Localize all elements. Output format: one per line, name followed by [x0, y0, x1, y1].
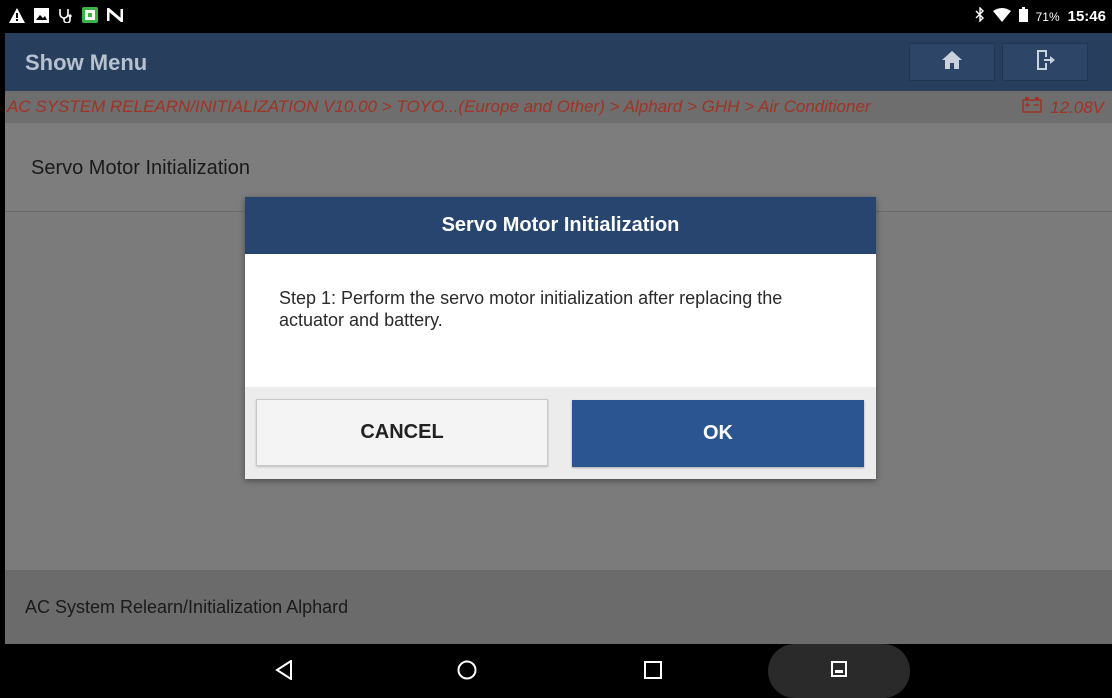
wifi-icon [992, 7, 1011, 26]
footer-label: AC System Relearn/Initialization Alphard [25, 597, 349, 617]
battery-percent: 71% [1035, 9, 1060, 24]
status-bar: 71% 15:46 [5, 0, 1112, 33]
system-indicators: 71% 15:46 [975, 6, 1106, 26]
home-circle-icon [457, 660, 477, 685]
exit-icon [1035, 49, 1055, 75]
page-title: Show Menu [25, 50, 148, 75]
voltage-value: 12.08V [1050, 97, 1104, 117]
cancel-button[interactable]: CANCEL [256, 399, 548, 466]
ok-button[interactable]: OK [572, 400, 864, 467]
voltage-indicator: 12.08V [1022, 97, 1104, 118]
navigation-bar [5, 644, 1112, 698]
home-icon [942, 50, 962, 74]
image-icon [34, 7, 49, 27]
warning-icon [9, 7, 25, 27]
dialog-footer: CANCEL OK [245, 387, 876, 479]
confirm-dialog: Servo Motor Initialization Step 1: Perfo… [245, 197, 876, 479]
recents-button[interactable] [633, 652, 673, 692]
stethoscope-icon [58, 8, 73, 27]
back-button[interactable] [264, 652, 304, 692]
notification-icons [9, 5, 124, 27]
footer-bar: AC System Relearn/Initialization Alphard [5, 570, 1112, 644]
screenshot-button[interactable] [768, 644, 910, 698]
battery-icon [1018, 7, 1028, 26]
breadcrumb-path: AC SYSTEM RELEARN/INITIALIZATION V10.00 … [7, 97, 871, 116]
app-frame: 71% 15:46 Show Menu AC SYSTEM RELEARN/IN… [5, 0, 1112, 698]
home-button[interactable] [909, 43, 995, 81]
dialog-message: Step 1: Perform the servo motor initiali… [279, 288, 783, 330]
dialog-body: Step 1: Perform the servo motor initiali… [245, 254, 876, 387]
battery-voltage-icon [1022, 97, 1042, 118]
exit-button[interactable] [1002, 43, 1088, 81]
n-icon [106, 5, 124, 26]
home-nav-button[interactable] [447, 652, 487, 692]
dialog-title: Servo Motor Initialization [245, 197, 876, 254]
screenshot-icon [831, 660, 847, 682]
recents-icon [644, 660, 662, 684]
bluetooth-icon [975, 6, 985, 26]
breadcrumb: AC SYSTEM RELEARN/INITIALIZATION V10.00 … [5, 91, 1112, 123]
clock: 15:46 [1067, 8, 1106, 25]
app-header: Show Menu [5, 33, 1112, 91]
back-icon [275, 658, 293, 685]
section-title: Servo Motor Initialization [31, 157, 250, 179]
app-icon [82, 7, 98, 27]
